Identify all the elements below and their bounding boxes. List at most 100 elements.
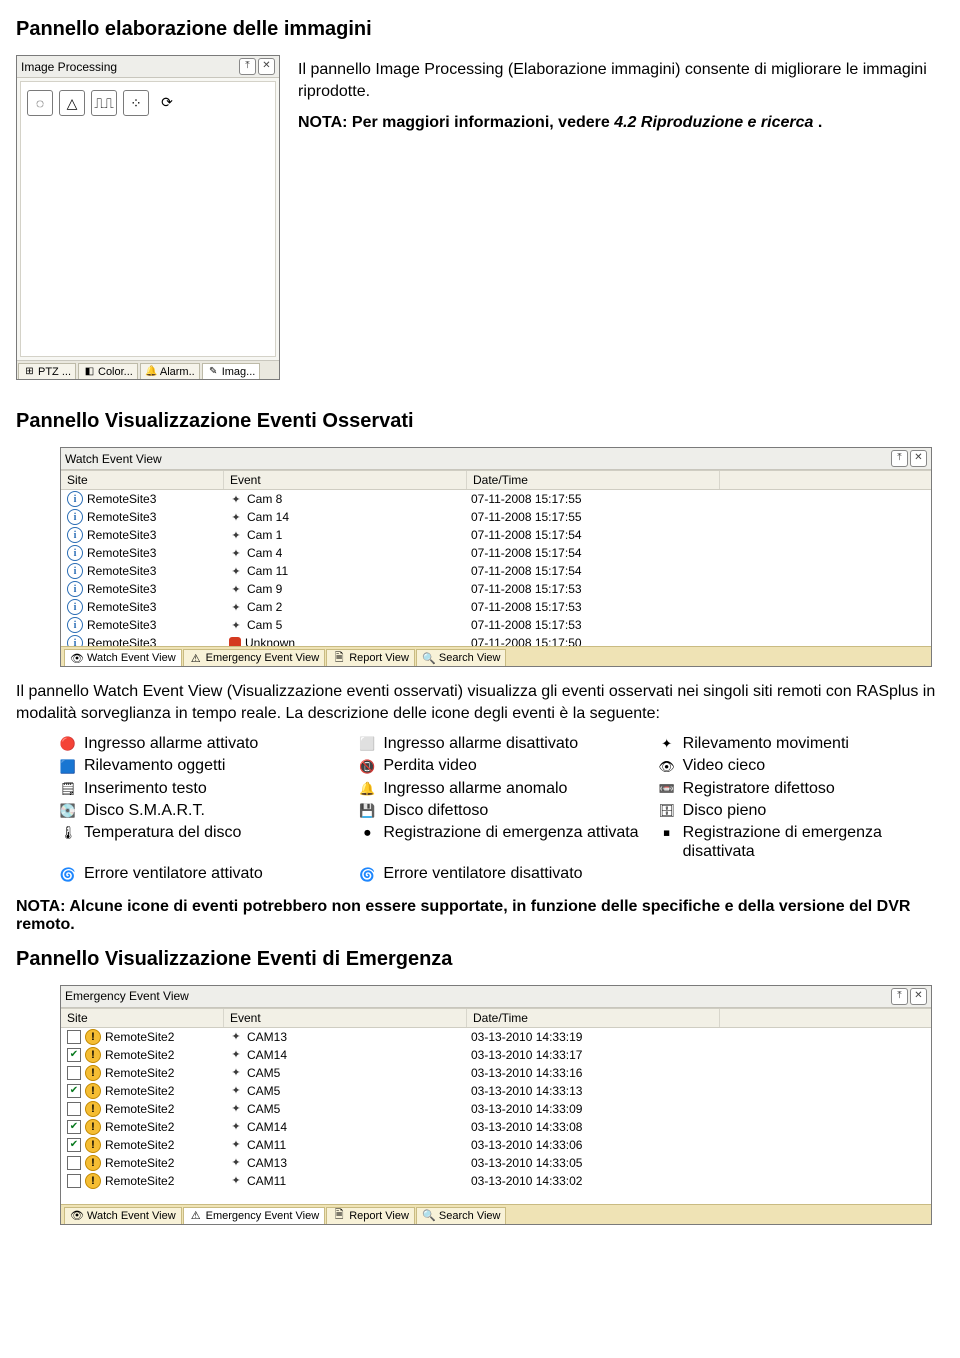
tab-alarm[interactable]: 🔔Alarm..	[140, 363, 200, 379]
event-cell: Cam 2	[247, 600, 282, 614]
tab-emergency-event-view[interactable]: ⚠Emergency Event View	[183, 649, 326, 666]
watch-event-view-panel: Watch Event View ⤒ ✕ Site Event Date/Tim…	[60, 447, 932, 667]
tab-ptz[interactable]: ⊞PTZ ...	[18, 363, 76, 379]
table-row[interactable]: ✔!RemoteSite2CAM503-13-2010 14:33:13	[61, 1082, 931, 1100]
pin-icon[interactable]: ⤒	[891, 450, 908, 467]
row-checkbox[interactable]	[67, 1030, 81, 1044]
datetime-cell: 07-11-2008 15:17:53	[471, 618, 582, 632]
image-processing-body: ◌ △ ⎍⎍ ⁘ ⟳	[20, 81, 276, 357]
site-cell: RemoteSite3	[87, 528, 156, 542]
table-row[interactable]: iRemoteSite3Cam 807-11-2008 15:17:55	[61, 490, 931, 508]
equalizer-tool-icon[interactable]: ⎍⎍	[91, 90, 117, 116]
site-cell: RemoteSite3	[87, 600, 156, 614]
interpolate-tool-icon[interactable]: ⁘	[123, 90, 149, 116]
col-header-datetime[interactable]: Date/Time	[467, 471, 720, 489]
table-row[interactable]: ✔!RemoteSite2CAM1403-13-2010 14:33:17	[61, 1046, 931, 1064]
tab-color[interactable]: ◧Color...	[78, 363, 138, 379]
section3-title: Pannello Visualizzazione Eventi di Emerg…	[16, 948, 944, 971]
legend-item: 🗄Disco pieno	[659, 801, 944, 820]
table-row[interactable]: iRemoteSite3Cam 1407-11-2008 15:17:55	[61, 508, 931, 526]
legend-item: 💽Disco S.M.A.R.T.	[60, 801, 345, 820]
row-checkbox[interactable]	[67, 1174, 81, 1188]
site-cell: RemoteSite3	[87, 492, 156, 506]
motion-icon	[229, 1084, 243, 1098]
section2-note: NOTA: Alcune icone di eventi potrebbero …	[16, 898, 944, 934]
datetime-cell: 07-11-2008 15:17:54	[471, 528, 582, 542]
col-header-site[interactable]: Site	[61, 1009, 224, 1027]
motion-icon	[229, 1138, 243, 1152]
table-row[interactable]: iRemoteSite3Cam 907-11-2008 15:17:53	[61, 580, 931, 598]
motion-icon	[229, 600, 243, 614]
table-row[interactable]: iRemoteSite3Unknown07-11-2008 15:17:50	[61, 634, 931, 646]
emergency-event-view-panel: Emergency Event View ⤒ ✕ Site Event Date…	[60, 985, 932, 1225]
table-row[interactable]: ✔!RemoteSite2CAM1103-13-2010 14:33:06	[61, 1136, 931, 1154]
event-cell: Cam 9	[247, 582, 282, 596]
warning-icon: !	[85, 1047, 101, 1063]
table-row[interactable]: !RemoteSite2CAM1303-13-2010 14:33:05	[61, 1154, 931, 1172]
legend-label: Ingresso allarme attivato	[84, 734, 258, 753]
tab-image[interactable]: ✎Imag...	[202, 363, 261, 379]
table-row[interactable]: !RemoteSite2CAM1103-13-2010 14:33:02	[61, 1172, 931, 1190]
col-header-datetime[interactable]: Date/Time	[467, 1009, 720, 1027]
motion-icon	[229, 1174, 243, 1188]
tab-search-view[interactable]: 🔍Search View	[416, 1207, 507, 1224]
watch-event-header: Site Event Date/Time	[61, 470, 931, 490]
legend-icon: 🔔	[359, 781, 375, 797]
info-icon: i	[67, 491, 83, 507]
alarm-in-icon	[229, 637, 241, 646]
tab-watch-event-view[interactable]: 👁Watch Event View	[64, 649, 182, 666]
tab-search-view[interactable]: 🔍Search View	[416, 649, 507, 666]
sharpen-tool-icon[interactable]: △	[59, 90, 85, 116]
table-row[interactable]: iRemoteSite3Cam 507-11-2008 15:17:53	[61, 616, 931, 634]
table-row[interactable]: iRemoteSite3Cam 407-11-2008 15:17:54	[61, 544, 931, 562]
emergency-bottom-tabs: 👁Watch Event View ⚠Emergency Event View …	[61, 1204, 931, 1224]
event-cell: Cam 8	[247, 492, 282, 506]
datetime-cell: 03-13-2010 14:33:09	[471, 1102, 582, 1116]
info-icon: i	[67, 527, 83, 543]
close-icon[interactable]: ✕	[258, 58, 275, 75]
event-cell: CAM5	[247, 1102, 280, 1116]
revert-tool-icon[interactable]: ⟳	[155, 90, 179, 114]
emergency-tab-icon: ⚠	[189, 651, 203, 665]
legend-icon: ⬜	[359, 736, 375, 752]
blur-tool-icon[interactable]: ◌	[27, 90, 53, 116]
datetime-cell: 07-11-2008 15:17:53	[471, 600, 582, 614]
legend-item: 🌀Errore ventilatore attivato	[60, 864, 345, 883]
site-cell: RemoteSite2	[105, 1120, 174, 1134]
tab-emergency-event-view[interactable]: ⚠Emergency Event View	[183, 1207, 326, 1224]
close-icon[interactable]: ✕	[910, 988, 927, 1005]
image-processing-panel: Image Processing ⤒ ✕ ◌ △ ⎍⎍ ⁘ ⟳ ⊞PTZ ...…	[16, 55, 280, 380]
legend-label: Rilevamento movimenti	[683, 734, 849, 753]
row-checkbox[interactable]	[67, 1066, 81, 1080]
table-row[interactable]: ✔!RemoteSite2CAM1403-13-2010 14:33:08	[61, 1118, 931, 1136]
motion-icon	[229, 1030, 243, 1044]
warning-icon: !	[85, 1065, 101, 1081]
tab-report-view[interactable]: 🗎Report View	[326, 649, 415, 666]
row-checkbox[interactable]: ✔	[67, 1084, 81, 1098]
motion-icon	[229, 1102, 243, 1116]
pin-icon[interactable]: ⤒	[239, 58, 256, 75]
table-row[interactable]: iRemoteSite3Cam 107-11-2008 15:17:54	[61, 526, 931, 544]
tab-watch-event-view[interactable]: 👁Watch Event View	[64, 1207, 182, 1224]
event-cell: CAM13	[247, 1030, 287, 1044]
row-checkbox[interactable]: ✔	[67, 1120, 81, 1134]
col-header-site[interactable]: Site	[61, 471, 224, 489]
table-row[interactable]: !RemoteSite2CAM1303-13-2010 14:33:19	[61, 1028, 931, 1046]
close-icon[interactable]: ✕	[910, 450, 927, 467]
row-checkbox[interactable]	[67, 1102, 81, 1116]
row-checkbox[interactable]: ✔	[67, 1138, 81, 1152]
table-row[interactable]: !RemoteSite2CAM503-13-2010 14:33:16	[61, 1064, 931, 1082]
table-row[interactable]: iRemoteSite3Cam 1107-11-2008 15:17:54	[61, 562, 931, 580]
tab-report-view[interactable]: 🗎Report View	[326, 1207, 415, 1224]
table-row[interactable]: !RemoteSite2CAM503-13-2010 14:33:09	[61, 1100, 931, 1118]
table-row[interactable]: iRemoteSite3Cam 207-11-2008 15:17:53	[61, 598, 931, 616]
row-checkbox[interactable]: ✔	[67, 1048, 81, 1062]
col-header-event[interactable]: Event	[224, 471, 467, 489]
report-tab-icon: 🗎	[332, 651, 346, 665]
watch-bottom-tabs: 👁Watch Event View ⚠Emergency Event View …	[61, 646, 931, 666]
row-checkbox[interactable]	[67, 1156, 81, 1170]
event-cell: CAM5	[247, 1066, 280, 1080]
event-cell: Unknown	[245, 636, 295, 646]
pin-icon[interactable]: ⤒	[891, 988, 908, 1005]
col-header-event[interactable]: Event	[224, 1009, 467, 1027]
